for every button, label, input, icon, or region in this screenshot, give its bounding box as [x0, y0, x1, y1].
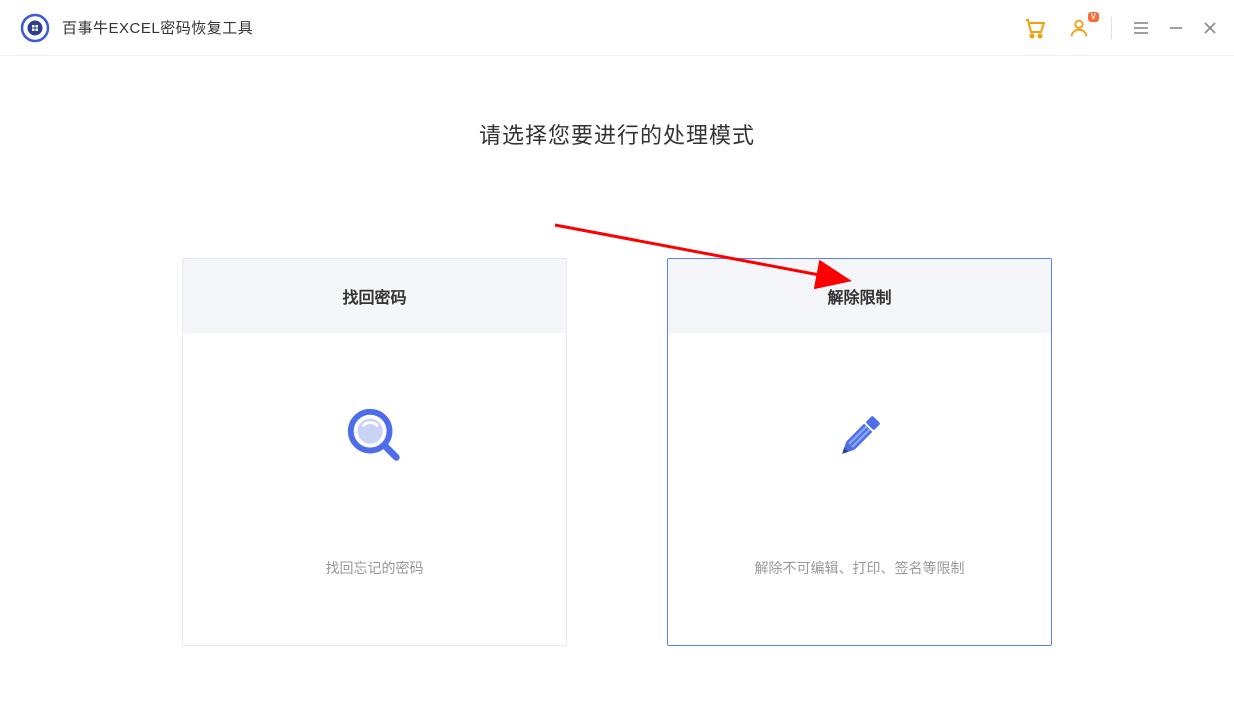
page-heading: 请选择您要进行的处理模式 [479, 118, 755, 150]
card-recover-desc: 找回忘记的密码 [326, 558, 424, 578]
card-restriction-desc: 解除不可编辑、打印、签名等限制 [755, 558, 965, 578]
window-controls [1132, 19, 1218, 37]
card-body: 找回忘记的密码 [183, 333, 566, 645]
card-recover-password[interactable]: 找回密码 找回忘记的密码 [182, 258, 567, 646]
user-vip-badge: V [1088, 12, 1099, 22]
card-remove-restriction[interactable]: 解除限制 解除不可编辑、打印、签名等限制 [667, 258, 1052, 646]
app-title: 百事牛EXCEL密码恢复工具 [62, 17, 253, 38]
minimize-button[interactable] [1168, 20, 1184, 36]
titlebar-right: V [1023, 16, 1218, 40]
main-content: 请选择您要进行的处理模式 找回密码 找回忘记的密码 解除限制 [0, 56, 1234, 646]
card-recover-title: 找回密码 [183, 259, 566, 333]
mode-cards: 找回密码 找回忘记的密码 解除限制 [182, 258, 1052, 646]
menu-icon[interactable] [1132, 19, 1150, 37]
titlebar: 百事牛EXCEL密码恢复工具 V [0, 0, 1234, 56]
titlebar-left: 百事牛EXCEL密码恢复工具 [20, 13, 253, 43]
close-button[interactable] [1202, 20, 1218, 36]
magnifier-icon [343, 404, 407, 468]
pencil-icon [828, 404, 892, 468]
divider [1111, 17, 1112, 39]
cart-icon[interactable] [1023, 16, 1047, 40]
card-restriction-title: 解除限制 [668, 259, 1051, 333]
user-icon[interactable]: V [1067, 16, 1091, 40]
app-logo-icon [20, 13, 50, 43]
card-body: 解除不可编辑、打印、签名等限制 [668, 333, 1051, 645]
